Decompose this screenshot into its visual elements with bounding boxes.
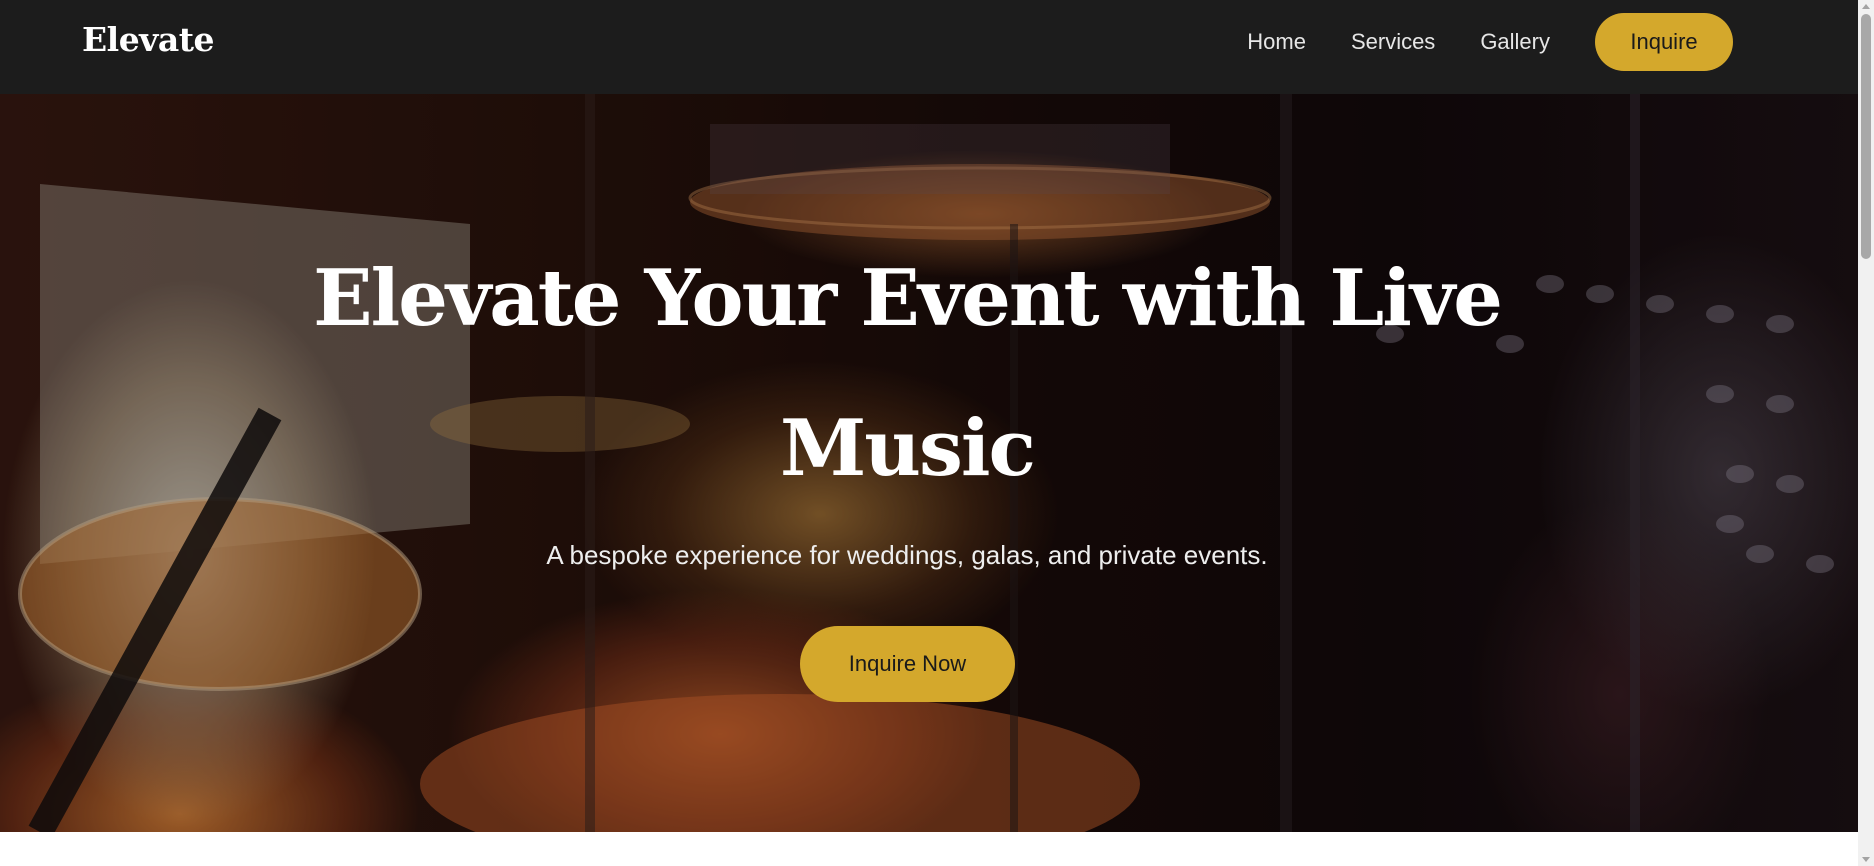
inquire-button[interactable]: Inquire xyxy=(1595,13,1733,71)
nav-links: Home Services Gallery Inquire xyxy=(1202,13,1733,71)
hero-content: Elevate Your Event with Live Music A bes… xyxy=(0,94,1858,832)
hero-section: Elevate Your Event with Live Music A bes… xyxy=(0,94,1858,832)
inquire-now-button[interactable]: Inquire Now xyxy=(800,626,1015,702)
vertical-scrollbar[interactable] xyxy=(1858,0,1874,866)
top-navigation-bar: Elevate Home Services Gallery Inquire xyxy=(0,0,1858,94)
scroll-down-arrow-icon[interactable] xyxy=(1862,857,1870,862)
hero-title: Elevate Your Event with Live Music xyxy=(313,253,1503,494)
brand-logo[interactable]: Elevate xyxy=(82,20,214,59)
nav-link-home[interactable]: Home xyxy=(1247,29,1306,55)
nav-link-gallery[interactable]: Gallery xyxy=(1480,29,1550,55)
hero-subtitle: A bespoke experience for weddings, galas… xyxy=(546,540,1268,570)
scrollbar-thumb[interactable] xyxy=(1861,14,1871,259)
nav-link-services[interactable]: Services xyxy=(1351,29,1435,55)
scroll-up-arrow-icon[interactable] xyxy=(1862,4,1870,9)
page: Elevate Home Services Gallery Inquire El… xyxy=(0,0,1858,866)
